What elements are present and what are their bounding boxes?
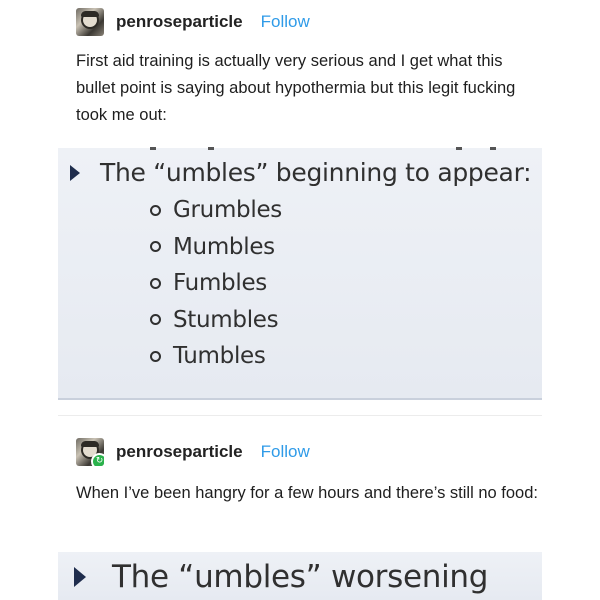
username[interactable]: penroseparticle — [116, 442, 243, 462]
list-item-label: Fumbles — [173, 270, 267, 297]
post-text: When I’ve been hangry for a few hours an… — [76, 484, 538, 502]
slide-heading: The “umbles” beginning to appear: — [100, 158, 532, 187]
list-item: Stumbles — [150, 302, 282, 339]
ring-bullet-icon — [150, 314, 161, 326]
list-item-label: Grumbles — [173, 197, 282, 224]
slide-bullet: The “umbles” worsening — [74, 559, 488, 595]
follow-button[interactable]: Follow — [261, 442, 310, 462]
sub-bullet-list: Grumbles Mumbles Fumbles Stumbles Tumble… — [150, 192, 282, 375]
triangle-bullet-icon — [70, 164, 80, 181]
list-item-label: Mumbles — [173, 233, 275, 260]
ring-bullet-icon — [150, 277, 161, 289]
ring-bullet-icon — [150, 204, 161, 216]
slide-bullet: The “umbles” beginning to appear: — [70, 158, 532, 187]
slide-image: The “umbles” beginning to appear: Grumbl… — [58, 147, 542, 400]
post-divider — [58, 415, 542, 416]
list-item: Tumbles — [150, 338, 282, 375]
list-item: Grumbles — [150, 192, 282, 229]
avatar[interactable] — [76, 8, 104, 36]
ring-bullet-icon — [150, 350, 161, 362]
list-item-label: Tumbles — [173, 343, 266, 370]
ring-bullet-icon — [150, 241, 161, 253]
list-item: Mumbles — [150, 229, 282, 266]
list-item: Fumbles — [150, 265, 282, 302]
slide-image: The “umbles” worsening — [58, 552, 542, 600]
post-header: penroseparticle Follow — [76, 8, 310, 36]
post-header: ↻ penroseparticle Follow — [76, 438, 310, 466]
list-item-label: Stumbles — [173, 306, 279, 333]
triangle-bullet-icon — [74, 567, 86, 587]
username[interactable]: penroseparticle — [116, 12, 243, 32]
follow-button[interactable]: Follow — [261, 12, 310, 32]
post-text: First aid training is actually very seri… — [76, 52, 516, 124]
avatar[interactable]: ↻ — [76, 438, 104, 466]
slide-heading: The “umbles” worsening — [112, 559, 489, 595]
reblog-icon: ↻ — [91, 453, 104, 466]
